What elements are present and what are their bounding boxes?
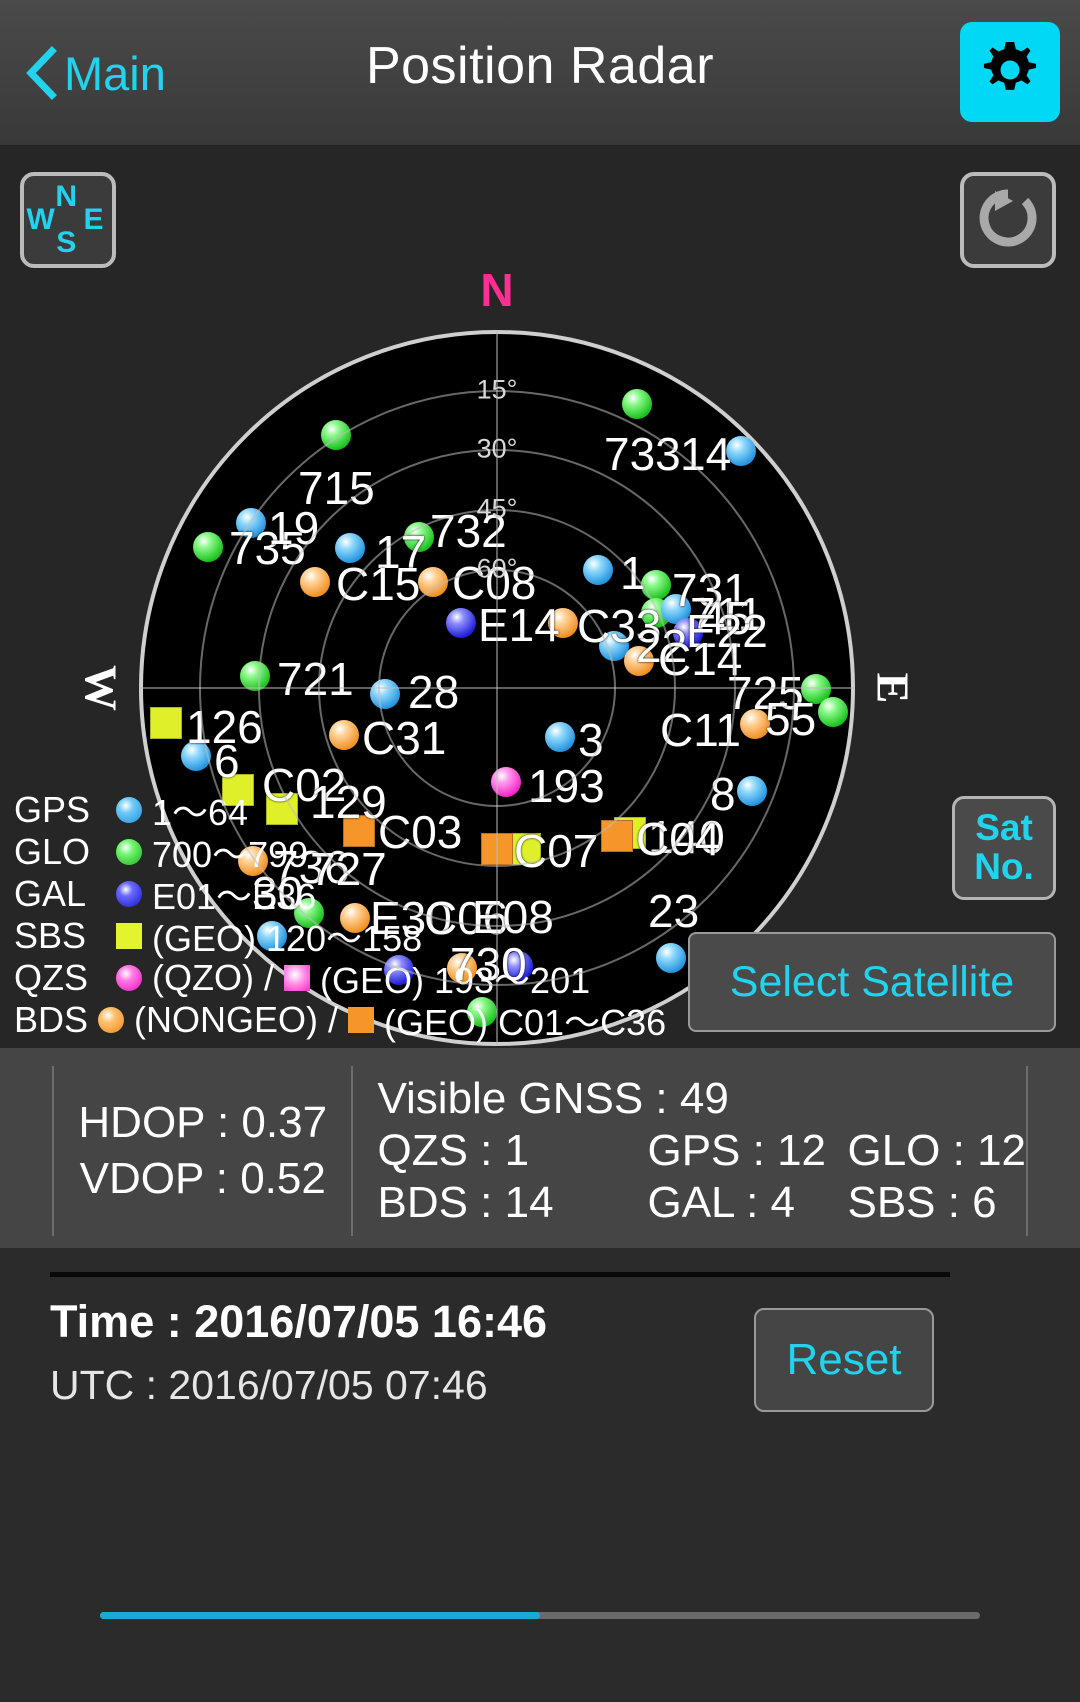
stats-panel: HDOP : 0.37 VDOP : 0.52 Visible GNSS : 4…: [0, 1048, 1080, 1248]
app-header: Main Position Radar: [0, 0, 1080, 146]
legend-system-sbs: SBS: [14, 915, 87, 956]
count-gps: GPS : 12: [647, 1126, 827, 1175]
legend-system-qzs: QZS: [14, 957, 89, 998]
count-qzs: QZS : 1: [377, 1126, 530, 1175]
gnss-counts-row-1: QZS : 1 GPS : 12 GLO : 12: [377, 1126, 1026, 1176]
gnss-counts-column: Visible GNSS : 49 QZS : 1 GPS : 12 GLO :…: [353, 1066, 1026, 1236]
count-glo: GLO : 12: [847, 1126, 1027, 1175]
cardinal-label-e: E: [867, 672, 919, 704]
legend-marker-qzs-geo: [283, 965, 310, 991]
legend-marker-bds-nongeo: [98, 1007, 125, 1033]
legend-system-gps: GPS: [14, 789, 91, 830]
compass-north-label: N: [55, 180, 78, 214]
slider-fill: [100, 1612, 540, 1619]
compass-orientation-button[interactable]: N E S W: [20, 172, 116, 268]
visible-gnss-value: Visible GNSS : 49: [377, 1074, 729, 1123]
legend-marker-gps: [116, 797, 142, 823]
visible-gnss-line: Visible GNSS : 49: [377, 1074, 1026, 1124]
compass-south-label: S: [56, 225, 77, 259]
time-block: Time : 2016/07/05 16:46 UTC : 2016/07/05…: [50, 1296, 770, 1409]
legend-system-glo: GLO: [14, 831, 91, 872]
legend-qzs-text-a: (QZO) /: [152, 957, 274, 998]
gnss-counts-row-2: BDS : 14 GAL : 4 SBS : 6: [377, 1178, 1026, 1228]
legend-system-gal: GAL: [14, 873, 87, 914]
cardinal-label-w: W: [75, 665, 127, 711]
legend-marker-sbs: [116, 923, 142, 949]
legend-row-gal: GAL E01～E36: [14, 873, 654, 917]
refresh-button[interactable]: [960, 172, 1056, 268]
radar-panel: 715 733 14 735 19 17 732 C15 C08 1 731 E14 C33 711 45 E…: [0, 146, 1080, 1048]
legend-bds-text-a: (NONGEO) /: [134, 999, 339, 1040]
compass-east-label: E: [83, 203, 104, 236]
legend-marker-glo: [116, 839, 142, 865]
reset-button[interactable]: Reset: [754, 1308, 934, 1412]
count-gal: GAL : 4: [647, 1178, 796, 1227]
page-title: Position Radar: [365, 37, 715, 95]
timeline-slider[interactable]: [0, 1560, 1080, 1670]
hdop-value: HDOP : 0.37: [78, 1098, 328, 1147]
utc-time-label: UTC : 2016/07/05 07:46: [50, 1362, 488, 1408]
count-bds: BDS : 14: [377, 1178, 554, 1227]
legend-marker-gal: [116, 881, 142, 907]
local-time-label: Time : 2016/07/05 16:46: [50, 1296, 548, 1347]
legend-row-sbs: SBS (GEO) 120～158: [14, 915, 654, 959]
legend-bds-text-b: (GEO) C01～C36: [384, 1002, 667, 1043]
legend-system-bds: BDS: [14, 999, 89, 1040]
gear-icon: [978, 38, 1042, 107]
legend-marker-bds-geo: [348, 1007, 375, 1033]
legend-row-qzs: QZS (QZO) / (GEO) 193～201: [14, 957, 654, 1001]
sat-no-label-line1: Sat: [975, 807, 1033, 849]
reset-label: Reset: [786, 1335, 902, 1384]
sat-no-label-line2: No.: [974, 846, 1034, 887]
position-radar-screen: Main Position Radar 715 733 14 735 19 17 732 C1…: [0, 0, 1080, 1702]
compass-west-label: W: [26, 203, 55, 236]
section-divider: [50, 1272, 950, 1277]
vdop-value: VDOP : 0.52: [79, 1154, 326, 1203]
cardinal-label-n: N: [480, 264, 514, 316]
refresh-icon: [975, 185, 1041, 256]
legend-marker-qzs-qzo: [116, 965, 142, 991]
dop-column: HDOP : 0.37 VDOP : 0.52: [54, 1066, 352, 1236]
stats-divider-right: [1026, 1066, 1028, 1236]
select-satellite-label: Select Satellite: [729, 957, 1015, 1006]
sat-no-button[interactable]: Sat No.: [952, 796, 1056, 900]
select-satellite-button[interactable]: Select Satellite: [688, 932, 1056, 1032]
count-sbs: SBS : 6: [847, 1178, 997, 1227]
legend: GPS 1～64 GLO 700～799 GAL E01～E36 SBS (GE…: [14, 789, 666, 1043]
legend-row-gps: GPS 1～64: [14, 789, 654, 833]
legend-row-bds: BDS (NONGEO) / (GEO) C01～C36: [14, 999, 666, 1043]
legend-row-glo: GLO 700～799: [14, 831, 654, 875]
settings-button[interactable]: [960, 22, 1060, 122]
